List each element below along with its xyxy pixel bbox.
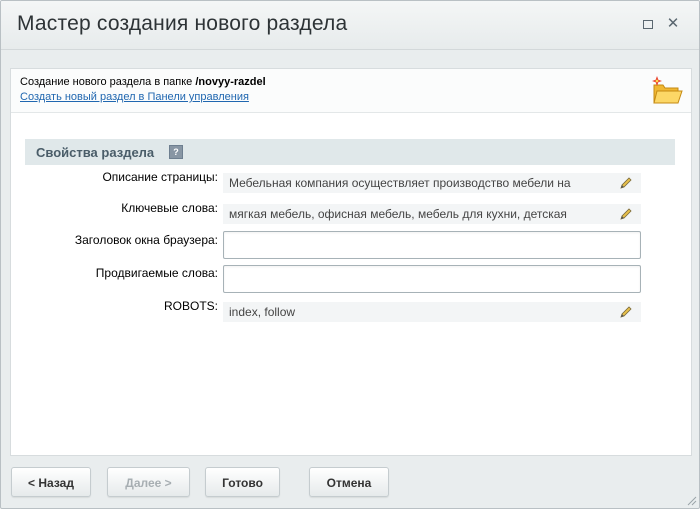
- folder-path: /novyy-razdel: [195, 76, 266, 88]
- section-title: Свойства раздела: [36, 145, 155, 160]
- browser-title-label: Заголовок окна браузера:: [74, 233, 218, 247]
- resize-grip-icon[interactable]: [685, 494, 697, 506]
- robots-field: index, follow: [223, 302, 641, 322]
- section-header: Свойства раздела ?: [25, 139, 675, 165]
- title-bar[interactable]: Мастер создания нового раздела ✕: [1, 1, 699, 50]
- description-label: Описание страницы:: [102, 170, 218, 184]
- done-button[interactable]: Готово: [205, 467, 280, 497]
- cancel-button[interactable]: Отмена: [309, 467, 389, 497]
- keywords-label: Ключевые слова:: [121, 201, 218, 215]
- expand-icon[interactable]: [639, 15, 657, 33]
- close-icon[interactable]: ✕: [664, 15, 682, 33]
- edit-description-icon[interactable]: [619, 176, 633, 190]
- info-header: Создание нового раздела в папке /novyy-r…: [11, 69, 691, 113]
- content-panel: Создание нового раздела в папке /novyy-r…: [10, 68, 692, 456]
- back-button[interactable]: < Назад: [11, 467, 91, 497]
- header-text-prefix: Создание нового раздела в папке: [20, 76, 196, 88]
- keywords-field: мягкая мебель, офисная мебель, мебель дл…: [223, 204, 641, 224]
- description-field: Мебельная компания осуществляет производ…: [223, 173, 641, 193]
- promoted-words-input[interactable]: [223, 265, 641, 293]
- wizard-dialog: Мастер создания нового раздела ✕ Создани…: [0, 0, 700, 509]
- folder-new-icon: [652, 76, 683, 104]
- header-text: Создание нового раздела в папке /novyy-r…: [20, 76, 266, 88]
- robots-label: ROBOTS:: [163, 299, 218, 313]
- promoted-words-label: Продвигаемые слова:: [95, 266, 218, 280]
- help-icon[interactable]: ?: [169, 145, 183, 159]
- next-button[interactable]: Далее >: [107, 467, 190, 497]
- create-in-control-panel-link[interactable]: Создать новый раздел в Панели управления: [20, 91, 249, 103]
- browser-title-input[interactable]: [223, 231, 641, 259]
- edit-keywords-icon[interactable]: [619, 207, 633, 221]
- edit-robots-icon[interactable]: [619, 305, 633, 319]
- dialog-title: Мастер создания нового раздела: [17, 12, 348, 35]
